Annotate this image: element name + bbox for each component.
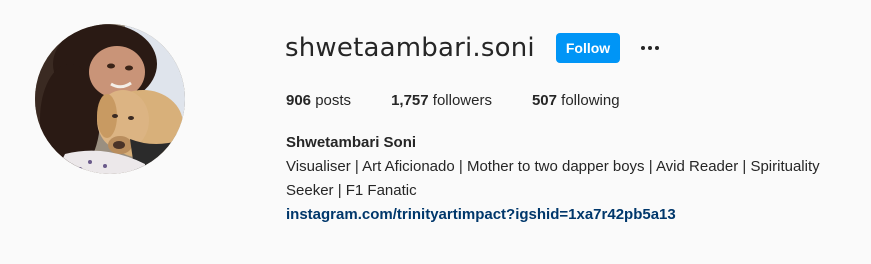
- profile-header: shwetaambari.soni Follow 906 posts 1,757…: [0, 0, 871, 264]
- bio-line-2: Seeker | F1 Fanatic: [286, 182, 417, 199]
- full-name: Shwetambari Soni: [286, 134, 417, 151]
- followers-count: 1,757: [391, 92, 429, 109]
- username: shwetaambari.soni: [285, 33, 535, 63]
- bio-link[interactable]: instagram.com/trinityartimpact?igshid=1x…: [286, 206, 676, 223]
- bio-line-1: Visualiser | Art Aficionado | Mother to …: [286, 158, 820, 175]
- followers-stat[interactable]: 1,757 followers: [391, 91, 492, 111]
- more-dot: [655, 46, 660, 50]
- following-label: following: [561, 92, 620, 109]
- posts-stat: 906 posts: [286, 91, 351, 111]
- posts-label: posts: [315, 92, 352, 109]
- more-options-icon[interactable]: [638, 36, 662, 60]
- profile-bio: Shwetambari Soni Visualiser | Art Aficio…: [286, 131, 866, 227]
- followers-label: followers: [432, 92, 492, 109]
- posts-count: 906: [286, 92, 312, 109]
- more-dot: [641, 46, 646, 50]
- profile-stats: 906 posts 1,757 followers 507 following: [286, 91, 660, 111]
- following-count: 507: [531, 92, 557, 109]
- profile-top-row: shwetaambari.soni Follow: [285, 30, 662, 66]
- following-stat[interactable]: 507 following: [532, 91, 620, 111]
- avatar[interactable]: [35, 24, 185, 174]
- more-dot: [648, 46, 653, 50]
- avatar-photo: [35, 24, 185, 174]
- follow-button[interactable]: Follow: [555, 33, 621, 63]
